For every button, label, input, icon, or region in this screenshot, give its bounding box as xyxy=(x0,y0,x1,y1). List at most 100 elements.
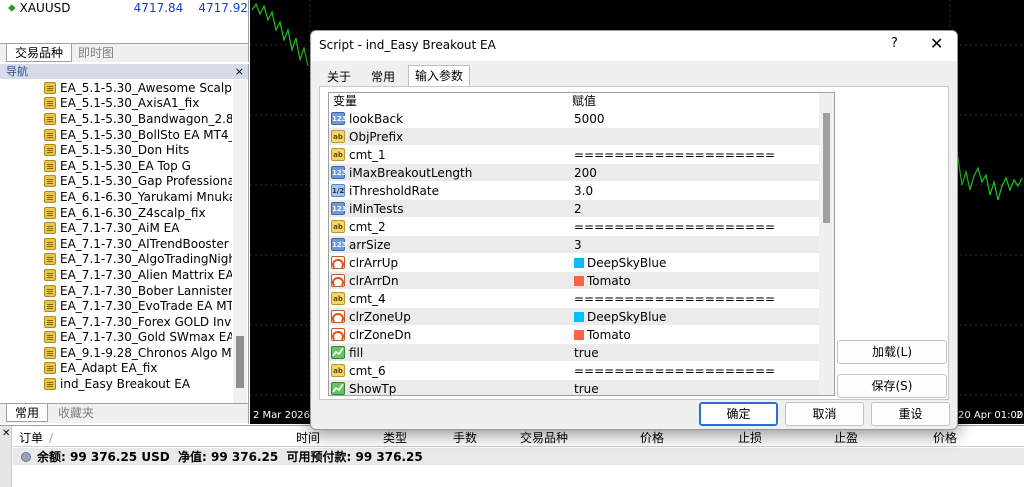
param-value[interactable]: 200 xyxy=(574,166,819,180)
param-value[interactable]: DeepSkyBlue xyxy=(574,256,819,270)
param-value[interactable]: Tomato xyxy=(574,328,819,342)
reset-button[interactable]: 重设 xyxy=(871,402,950,426)
column-time[interactable]: 时间 xyxy=(296,430,320,447)
param-row[interactable]: fill true xyxy=(329,343,819,361)
save-button[interactable]: 保存(S) xyxy=(837,374,947,398)
param-value[interactable]: ==================== xyxy=(574,220,819,234)
navigator-item[interactable]: EA_5.1-5.30_Bandwagon_2.8_fix xyxy=(0,111,232,127)
navigator-item[interactable]: EA_6.1-6.30_Yarukami Mnukakas xyxy=(0,189,232,205)
close-icon[interactable]: ✕ xyxy=(930,34,943,53)
dialog-titlebar[interactable]: Script - ind_Easy Breakout EA ? ✕ xyxy=(311,31,957,61)
param-row[interactable]: ab cmt_2 ==================== xyxy=(329,217,819,235)
navigator-item[interactable]: EA_Adapt EA_fix xyxy=(0,361,232,377)
param-row[interactable]: 123 arrSize 3 xyxy=(329,235,819,253)
column-take-profit[interactable]: 止盈 xyxy=(834,430,858,447)
navigator-item[interactable]: EA_6.1-6.30_Z4scalp_fix xyxy=(0,205,232,221)
cancel-button[interactable]: 取消 xyxy=(785,402,864,426)
terminal-sidebar: ✕ xyxy=(0,426,12,487)
navigator-item[interactable]: EA_7.1-7.30_AiM EA xyxy=(0,220,232,236)
navigator-item-label: EA_5.1-5.30_Don Hits xyxy=(60,143,190,158)
param-row[interactable]: ab cmt_4 ==================== xyxy=(329,289,819,307)
tab-symbols[interactable]: 交易品种 xyxy=(6,44,73,62)
param-value[interactable]: ==================== xyxy=(574,148,819,162)
param-row[interactable]: clrZoneDn Tomato xyxy=(329,325,819,343)
param-value[interactable]: 3 xyxy=(574,238,819,252)
param-value[interactable]: true xyxy=(574,346,819,360)
navigator-item-label: EA_5.1-5.30_AxisA1_fix xyxy=(60,96,200,111)
param-value[interactable]: 5000 xyxy=(574,112,819,126)
script-scroll-icon xyxy=(44,253,56,266)
market-row[interactable]: XAUUSD 4717.84 4717.92 xyxy=(0,0,248,16)
tab-input-params[interactable]: 输入参数 xyxy=(408,65,471,87)
tab-about[interactable]: 关于 xyxy=(321,67,357,87)
column-lots[interactable]: 手数 xyxy=(453,430,477,447)
column-type[interactable]: 类型 xyxy=(383,430,407,447)
scrollbar-thumb[interactable] xyxy=(236,336,244,388)
param-value-text: Tomato xyxy=(587,327,631,342)
param-value[interactable]: 2 xyxy=(574,202,819,216)
tab-favorites[interactable]: 收藏夹 xyxy=(50,404,102,422)
bool-type-icon xyxy=(331,382,345,395)
navigator-item[interactable]: EA_5.1-5.30_Gap Professional xyxy=(0,174,232,190)
param-name: iThresholdRate xyxy=(349,183,439,198)
dialog-tabs: 关于 常用 输入参数 xyxy=(311,65,957,87)
symbol-name: XAUUSD xyxy=(19,1,71,15)
navigator-item[interactable]: EA_7.1-7.30_AITrendBooster MT4 xyxy=(0,236,232,252)
color-swatch xyxy=(574,329,584,340)
param-value[interactable]: ==================== xyxy=(574,364,819,378)
param-row[interactable]: ab cmt_6 ==================== xyxy=(329,361,819,379)
param-row[interactable]: clrArrUp DeepSkyBlue xyxy=(329,253,819,271)
column-stop-loss[interactable]: 止损 xyxy=(738,430,762,447)
column-symbol[interactable]: 交易品种 xyxy=(520,430,568,447)
param-name: cmt_2 xyxy=(349,219,386,234)
navigator-item[interactable]: EA_7.1-7.30_Alien Mattrix EA xyxy=(0,267,232,283)
param-row[interactable]: clrZoneUp DeepSkyBlue xyxy=(329,307,819,325)
tab-tick-chart[interactable]: 即时图 xyxy=(70,44,122,62)
navigator-item[interactable]: EA_9.1-9.28_Chronos Algo MT4_ xyxy=(0,345,232,361)
param-row[interactable]: 1/2 iThresholdRate 3.0 xyxy=(329,181,819,199)
navigator-item[interactable]: EA_7.1-7.30_AlgoTradingNightEA xyxy=(0,252,232,268)
script-scroll-icon xyxy=(44,159,56,172)
navigator-item[interactable]: EA_7.1-7.30_Bober Lannister_fix xyxy=(0,283,232,299)
column-price[interactable]: 价格 xyxy=(640,430,664,447)
string-type-icon: ab xyxy=(331,220,345,233)
params-scrollbar[interactable] xyxy=(819,93,834,395)
color-swatch xyxy=(574,275,584,286)
tab-common[interactable]: 常用 xyxy=(365,67,401,87)
navigator-item[interactable]: EA_7.1-7.30_Gold SWmax EA xyxy=(0,330,232,346)
param-value[interactable]: ==================== xyxy=(574,292,819,306)
param-row[interactable]: ShowTp true xyxy=(329,379,819,396)
color-swatch xyxy=(574,311,584,322)
scrollbar-thumb[interactable] xyxy=(823,113,830,223)
load-button[interactable]: 加载(L) xyxy=(837,340,947,364)
param-value[interactable]: 3.0 xyxy=(574,184,819,198)
column-price-current[interactable]: 价格 xyxy=(933,430,957,447)
navigator-item[interactable]: EA_5.1-5.30_EA Top G xyxy=(0,158,232,174)
column-order[interactable]: 订单 xyxy=(19,430,43,447)
navigator-item[interactable]: EA_7.1-7.30_Forex GOLD Investo xyxy=(0,314,232,330)
ok-button[interactable]: 确定 xyxy=(699,402,778,426)
column-variable: 变量 xyxy=(333,94,358,108)
navigator-item[interactable]: EA_5.1-5.30_BollSto EA MT4_fix[ xyxy=(0,127,232,143)
param-value[interactable]: true xyxy=(574,382,819,396)
navigator-item[interactable]: EA_5.1-5.30_AxisA1_fix xyxy=(0,96,232,112)
navigator-scrollbar[interactable] xyxy=(233,80,247,404)
navigator-item[interactable]: EA_5.1-5.30_Don Hits xyxy=(0,142,232,158)
navigator-item-label: EA_9.1-9.28_Chronos Algo MT4_ xyxy=(60,345,232,360)
param-row[interactable]: 123 iMinTests 2 xyxy=(329,199,819,217)
param-value[interactable]: DeepSkyBlue xyxy=(574,310,819,324)
param-row[interactable]: ab cmt_1 ==================== xyxy=(329,145,819,163)
close-icon[interactable]: × xyxy=(235,64,244,79)
close-icon[interactable]: ✕ xyxy=(2,428,10,439)
param-row[interactable]: clrArrDn Tomato xyxy=(329,271,819,289)
navigator-item[interactable]: EA_7.1-7.30_EvoTrade EA MT4 xyxy=(0,298,232,314)
help-icon[interactable]: ? xyxy=(891,36,898,51)
param-row[interactable]: 123 iMaxBreakoutLength 200 xyxy=(329,163,819,181)
param-value[interactable]: Tomato xyxy=(574,274,819,288)
script-scroll-icon xyxy=(44,315,56,328)
param-row[interactable]: ab ObjPrefix xyxy=(329,127,819,145)
navigator-item[interactable]: EA_5.1-5.30_Awesome Scalper P xyxy=(0,80,232,96)
navigator-item[interactable]: ind_Easy Breakout EA xyxy=(0,376,232,392)
param-row[interactable]: 123 lookBack 5000 xyxy=(329,109,819,127)
tab-common[interactable]: 常用 xyxy=(6,404,49,422)
